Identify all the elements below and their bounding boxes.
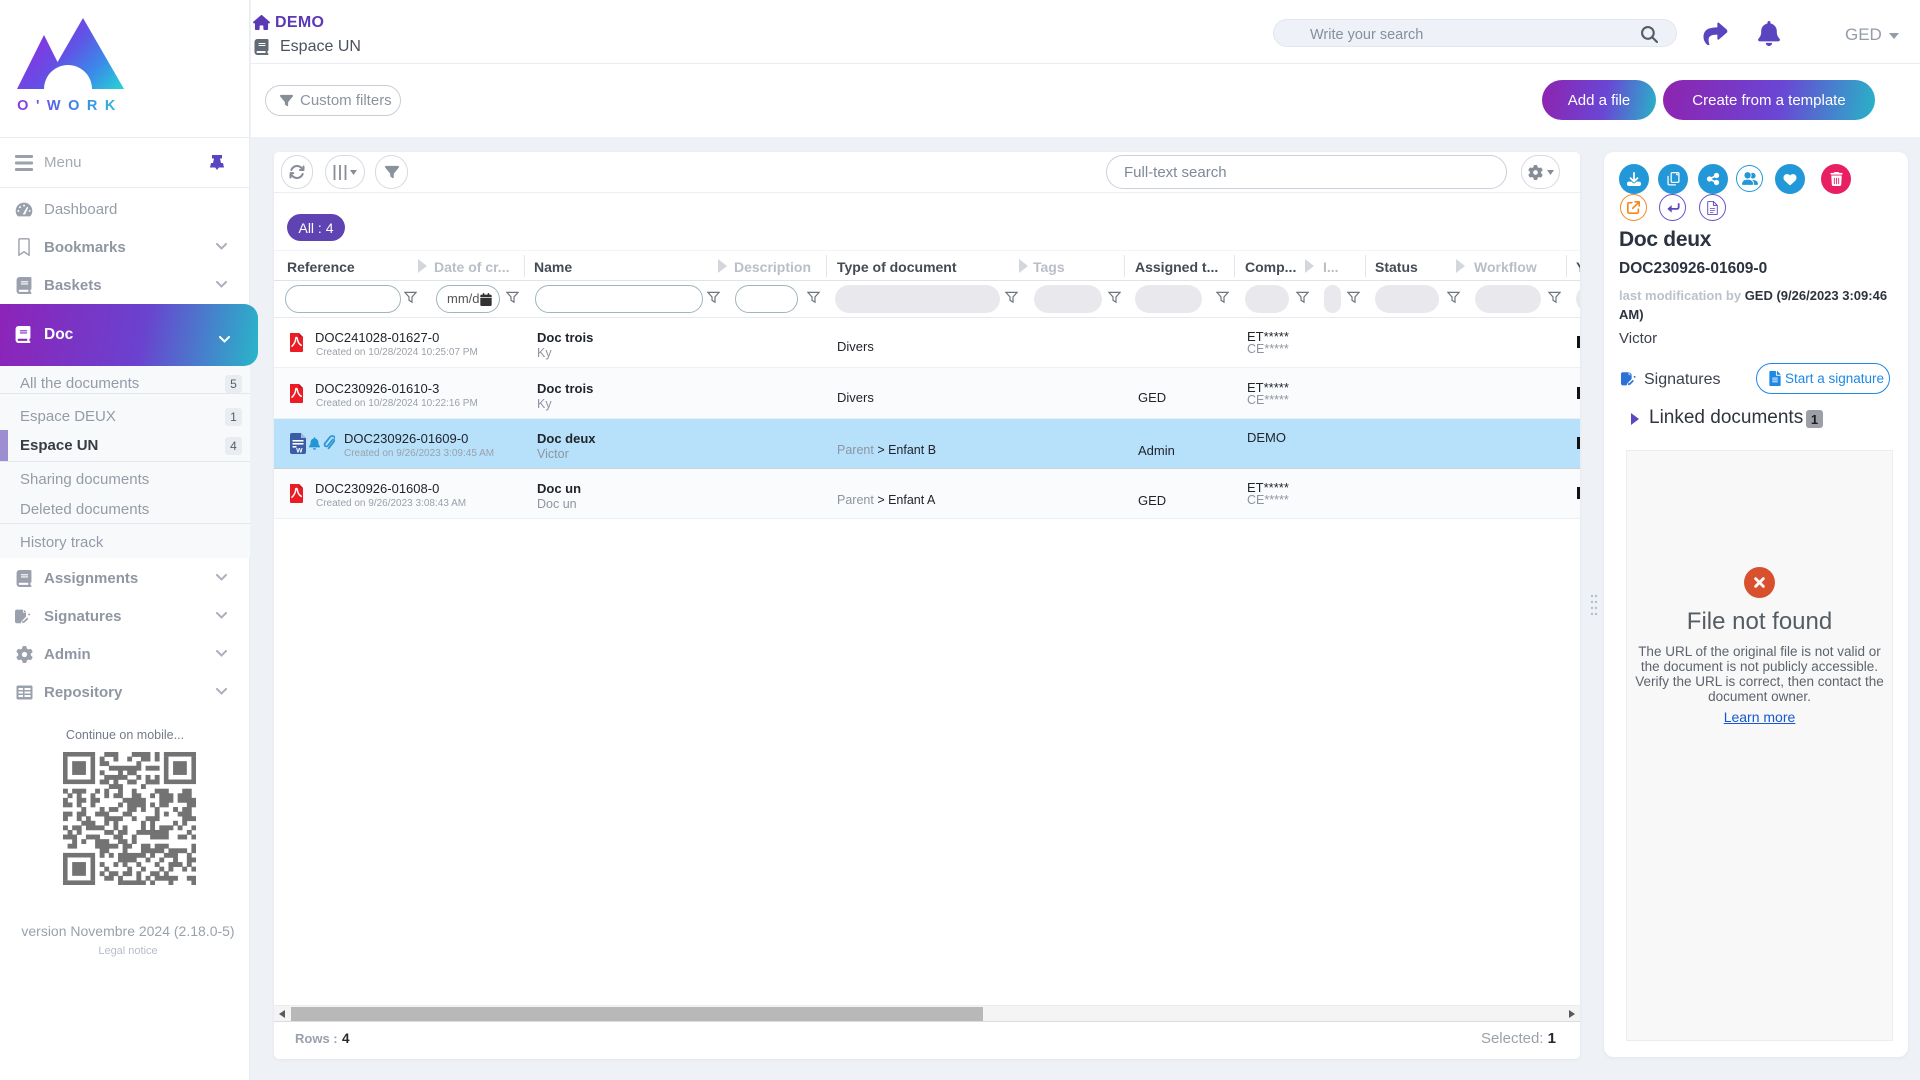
- svg-text:O'WORK: O'WORK: [17, 98, 123, 114]
- svg-text:w: w: [295, 446, 303, 455]
